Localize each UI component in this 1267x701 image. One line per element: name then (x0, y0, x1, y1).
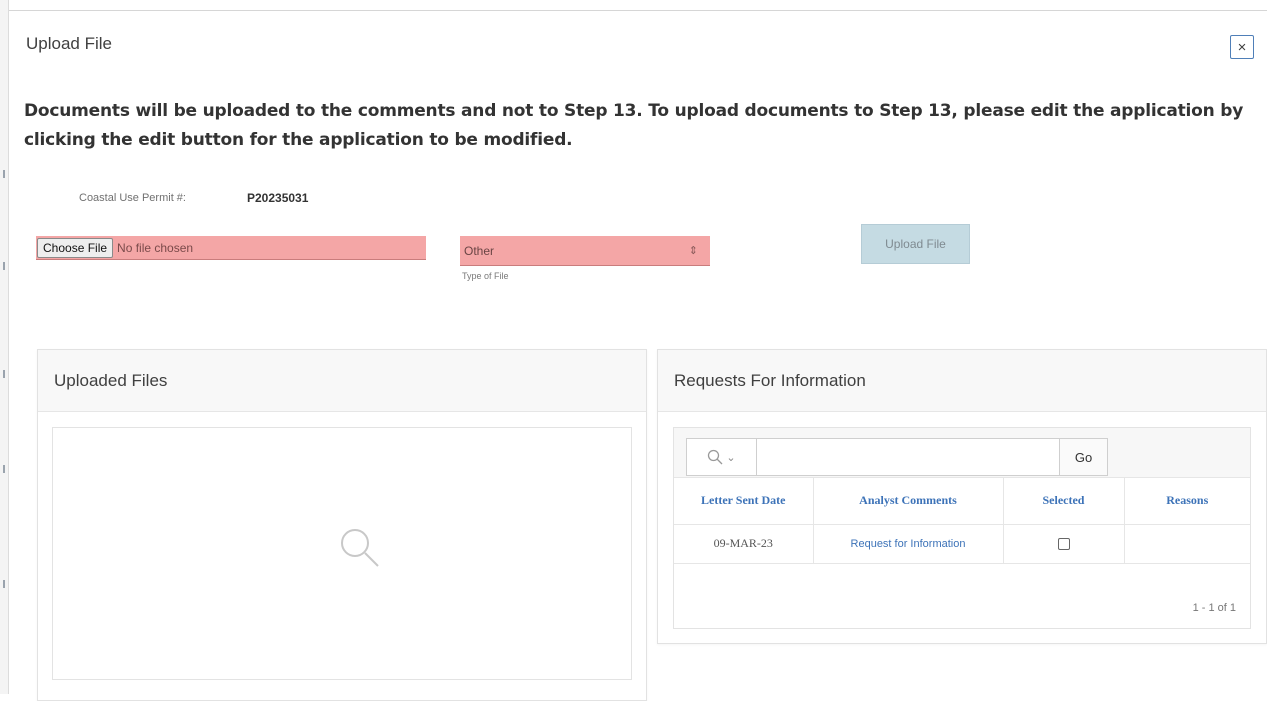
dialog-header: Upload File × (9, 11, 1267, 81)
file-status: No file chosen (117, 240, 194, 255)
column-letter-sent-date[interactable]: Letter Sent Date (674, 478, 814, 525)
column-reasons[interactable]: Reasons (1124, 478, 1250, 525)
column-analyst-comments[interactable]: Analyst Comments (813, 478, 1004, 525)
requests-for-information-panel: Requests For Information ⌄ Go Letter Sen… (657, 349, 1267, 644)
search-icon (338, 526, 382, 575)
chevron-down-icon: ⌄ (726, 451, 736, 464)
pagination-info: 1 - 1 of 1 (1192, 602, 1236, 614)
selected-cell (1003, 524, 1125, 564)
search-group: ⌄ Go (686, 438, 1108, 476)
table-header-row: Letter Sent Date Analyst Comments Select… (674, 478, 1250, 525)
uploaded-files-empty-area (52, 427, 632, 680)
close-button[interactable]: × (1230, 35, 1254, 59)
permit-label: Coastal Use Permit #: (79, 192, 186, 204)
table-row: 09-MAR-23 Request for Information (674, 524, 1250, 564)
permit-number: P20235031 (247, 191, 309, 205)
dialog-title: Upload File (26, 34, 112, 53)
choose-file-button[interactable]: Choose File (37, 237, 114, 258)
search-icon (708, 449, 723, 465)
requests-header: Requests For Information (658, 350, 1266, 412)
analyst-comments-link[interactable]: Request for Information (851, 538, 966, 550)
report-toolbar: ⌄ Go (674, 428, 1250, 478)
file-type-caption: Type of File (462, 271, 509, 281)
selected-checkbox[interactable] (1057, 538, 1070, 551)
uploaded-files-header: Uploaded Files (38, 350, 646, 412)
background-page-edge (0, 0, 9, 694)
uploaded-files-panel: Uploaded Files (37, 349, 647, 701)
search-input[interactable] (757, 439, 1059, 475)
letter-sent-date-cell: 09-MAR-23 (674, 524, 814, 564)
edge-tick (3, 170, 5, 178)
uploaded-files-title: Uploaded Files (54, 371, 168, 390)
edge-tick (3, 262, 5, 270)
edge-tick (3, 580, 5, 588)
upload-file-dialog: Upload File × Documents will be uploaded… (9, 10, 1267, 701)
requests-title: Requests For Information (674, 371, 866, 390)
upload-notice: Documents will be uploaded to the commen… (24, 101, 1244, 150)
select-arrows-icon: ⇕ (688, 245, 698, 257)
reasons-cell (1124, 524, 1250, 564)
close-icon: × (1237, 38, 1247, 56)
file-input[interactable]: Choose File No file chosen (36, 236, 426, 260)
analyst-comments-cell: Request for Information (813, 524, 1004, 564)
search-column-toggle[interactable]: ⌄ (687, 439, 757, 475)
column-selected[interactable]: Selected (1003, 478, 1125, 525)
file-type-value: Other (464, 244, 495, 258)
requests-table: Letter Sent Date Analyst Comments Select… (674, 478, 1250, 564)
upload-file-button[interactable]: Upload File (861, 224, 970, 264)
edge-tick (3, 370, 5, 378)
edge-tick (3, 465, 5, 473)
go-button[interactable]: Go (1059, 439, 1107, 475)
requests-report: ⌄ Go Letter Sent Date Analyst Comments S… (673, 427, 1251, 629)
file-type-select[interactable]: Other ⇕ (460, 236, 710, 266)
